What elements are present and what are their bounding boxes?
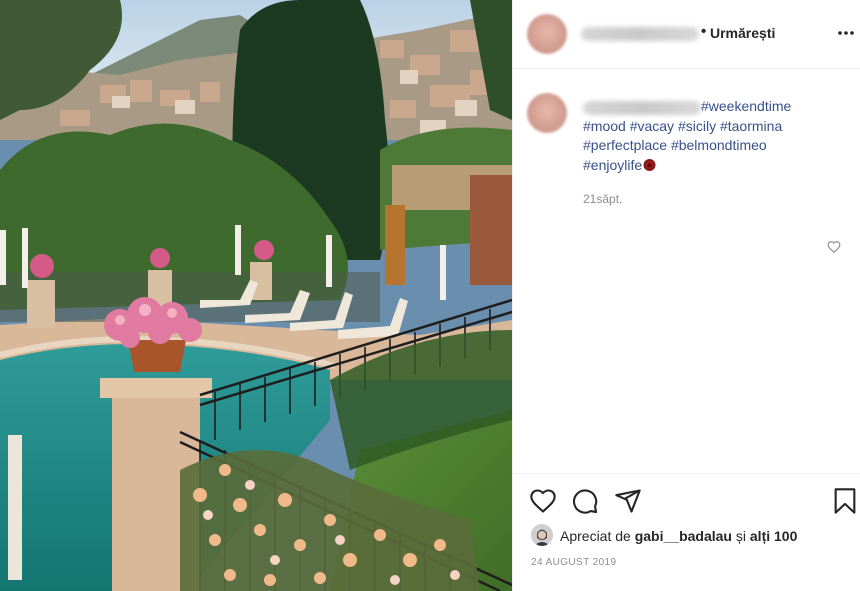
post-caption: #weekendtime #mood #vacay #sicily #taorm… xyxy=(583,97,813,175)
hashtag-link[interactable]: #perfectplace xyxy=(583,137,667,153)
likes-prefix: Apreciat de xyxy=(560,528,631,544)
hashtag-link[interactable]: #taormina xyxy=(720,118,782,134)
liker-username-link[interactable]: gabi__badalau xyxy=(635,528,732,544)
hashtag-link[interactable]: #enjoylife xyxy=(583,157,642,173)
separator-dot: • xyxy=(701,23,707,40)
hashtag-link[interactable]: #vacay xyxy=(630,118,674,134)
post-image-pool-terrace xyxy=(0,0,512,591)
post-date[interactable]: 24 AUGUST 2019 xyxy=(531,557,616,568)
likes-conjunction: și xyxy=(735,528,746,544)
likes-others-link[interactable]: alți 100 xyxy=(750,528,797,544)
author-username-blurred[interactable] xyxy=(581,27,699,41)
caption-time-ago[interactable]: 21săpt. xyxy=(583,192,622,206)
liker-avatar[interactable] xyxy=(531,524,553,546)
liker-avatar-image xyxy=(531,524,553,546)
post-dialog: • Urmărești #weekendtime #mood #vacay #s… xyxy=(0,0,860,591)
heart-icon[interactable] xyxy=(529,487,557,515)
post-photo[interactable] xyxy=(0,0,512,591)
post-side-panel: • Urmărești #weekendtime #mood #vacay #s… xyxy=(513,0,860,591)
rose-emoji-icon xyxy=(643,158,656,171)
author-avatar[interactable] xyxy=(527,14,567,54)
hashtag-link[interactable]: #weekendtime xyxy=(701,98,791,114)
post-header: • Urmărești xyxy=(513,0,860,69)
hashtag-link[interactable]: #mood xyxy=(583,118,626,134)
bookmark-icon[interactable] xyxy=(831,487,859,515)
more-options-icon[interactable] xyxy=(836,20,856,40)
hashtag-link[interactable]: #sicily xyxy=(678,118,716,134)
actions-divider xyxy=(513,473,860,474)
following-button[interactable]: Urmărești xyxy=(710,25,775,41)
comment-icon[interactable] xyxy=(571,487,599,515)
like-caption-heart-icon[interactable] xyxy=(827,240,841,254)
likes-summary: Apreciat de gabi__badalau și alți 100 xyxy=(560,528,797,544)
hashtag-link[interactable]: #belmondtimeo xyxy=(671,137,767,153)
caption-author-avatar[interactable] xyxy=(527,93,567,133)
share-icon[interactable] xyxy=(614,487,642,515)
